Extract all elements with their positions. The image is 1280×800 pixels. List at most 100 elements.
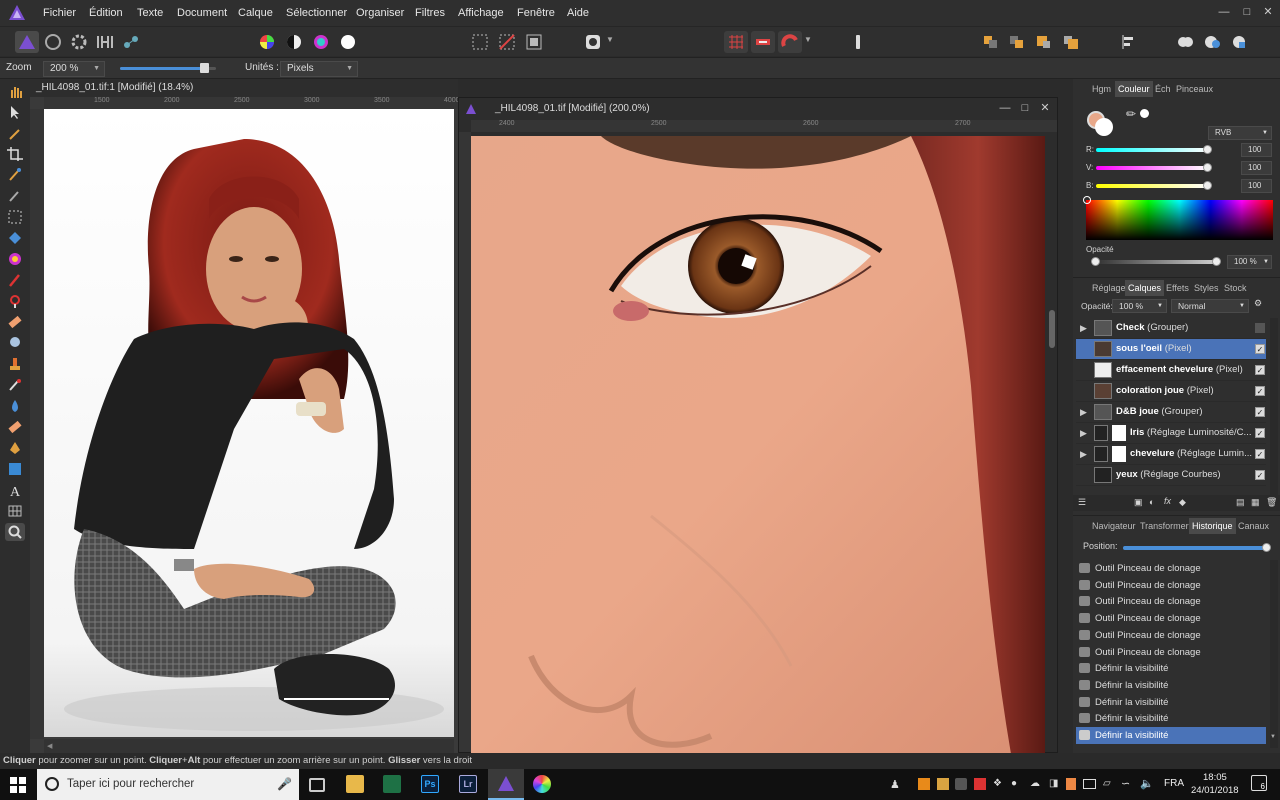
history-item[interactable]: Définir la visibilité <box>1076 694 1266 711</box>
photo-persona-icon[interactable] <box>15 31 39 53</box>
deselect-icon[interactable] <box>495 31 519 53</box>
export-persona-icon[interactable] <box>119 31 143 53</box>
microphone-icon[interactable]: 🎤 <box>277 777 292 791</box>
chevron-down-icon[interactable]: ▼ <box>606 35 614 44</box>
assistant-icon[interactable] <box>846 31 870 53</box>
tab-stock[interactable]: Stock <box>1221 280 1250 296</box>
v-slider[interactable] <box>1096 166 1208 170</box>
align-icon[interactable] <box>1116 31 1140 53</box>
paint-brush-tool-icon[interactable] <box>5 271 25 289</box>
excel-icon[interactable] <box>383 775 401 793</box>
history-item[interactable]: Outil Pinceau de clonage <box>1076 560 1266 577</box>
history-item[interactable]: Outil Pinceau de clonage <box>1076 627 1266 644</box>
tab-historique[interactable]: Historique <box>1189 518 1236 534</box>
document-window-1[interactable]: _HIL4098_01.tif:1 [Modifié] (18.4%) 1500… <box>30 79 460 753</box>
minimize-icon[interactable]: — <box>1218 6 1230 18</box>
task-view-icon[interactable] <box>309 778 325 792</box>
spectrum-picker-handle[interactable] <box>1083 196 1091 204</box>
levels-icon[interactable] <box>282 31 306 53</box>
layer-row[interactable]: ▶ Check (Grouper) <box>1076 318 1266 339</box>
dropbox-icon[interactable]: ❖ <box>993 778 1002 789</box>
color-opacity-handle[interactable] <box>1212 257 1221 266</box>
history-item[interactable]: Outil Pinceau de clonage <box>1076 644 1266 661</box>
live-filter-icon[interactable]: ◆ <box>1179 497 1186 508</box>
layer-visibility-checkbox[interactable]: ✓ <box>1255 449 1265 459</box>
erase-brush-tool-icon[interactable] <box>5 313 25 331</box>
color-picker-tool-icon[interactable] <box>5 124 25 142</box>
menu-document[interactable]: Document <box>177 0 227 26</box>
flood-select-tool-icon[interactable] <box>5 187 25 205</box>
photoshop-icon[interactable]: Ps <box>421 775 439 793</box>
history-scrollbar[interactable]: ▼ <box>1270 560 1278 748</box>
tray-app-icon[interactable]: ● <box>1011 778 1017 789</box>
hand-tool-icon[interactable] <box>5 82 25 100</box>
document-window-2[interactable]: _HIL4098_01.tif [Modifié] (200.0%) — □ ✕… <box>458 97 1058 754</box>
add-group-icon[interactable]: ▤ <box>1236 497 1245 508</box>
tab-styles[interactable]: Styles <box>1191 280 1222 296</box>
menu-organiser[interactable]: Organiser <box>356 0 404 26</box>
color-opacity-slider[interactable] <box>1096 260 1214 264</box>
tab-hgm[interactable]: Hgm <box>1089 81 1114 97</box>
expand-icon[interactable]: ▶ <box>1080 444 1087 464</box>
layer-row[interactable]: ▶ chevelure (Réglage Lumin... ✓ <box>1076 444 1266 465</box>
chevron-down-icon[interactable]: ▼ <box>804 35 812 44</box>
doc2-close-icon[interactable]: ✕ <box>1039 102 1051 114</box>
marquee-tool-icon[interactable] <box>5 208 25 226</box>
maximize-icon[interactable]: □ <box>1241 6 1253 18</box>
taskbar-affinity-photo-active[interactable] <box>488 769 524 800</box>
move-tool-icon[interactable] <box>5 103 25 121</box>
volume-icon[interactable]: 🔈 <box>1140 777 1154 790</box>
layers-scrollbar[interactable] <box>1270 318 1278 495</box>
color-opacity-left-handle[interactable] <box>1091 257 1100 266</box>
red-eye-tool-icon[interactable] <box>5 376 25 394</box>
b-slider[interactable] <box>1096 184 1208 188</box>
language-indicator[interactable]: FRA <box>1164 778 1184 789</box>
r-slider[interactable] <box>1096 148 1208 152</box>
blend-mode-combo[interactable]: Normal ▼ <box>1171 299 1249 313</box>
layer-visibility-checkbox[interactable]: ✓ <box>1255 470 1265 480</box>
expand-icon[interactable]: ▶ <box>1080 423 1087 443</box>
layer-visibility-checkbox[interactable]: ✓ <box>1255 344 1265 354</box>
doc2-vscrollbar[interactable] <box>1047 132 1057 752</box>
snapping-grid-icon[interactable] <box>724 31 748 53</box>
no-fill-swatch[interactable] <box>1140 109 1149 118</box>
layer-visibility-checkbox[interactable]: ✓ <box>1255 386 1265 396</box>
affinity-photo-logo-icon[interactable] <box>8 4 26 22</box>
history-item[interactable]: Outil Pinceau de clonage <box>1076 593 1266 610</box>
flood-fill-tool-icon[interactable] <box>5 229 25 247</box>
adjustment-layer-icon[interactable]: ◐ <box>1149 497 1154 507</box>
taskbar-search-box[interactable]: Taper ici pour rechercher 🎤 <box>37 769 299 800</box>
menu-aide[interactable]: Aide <box>567 0 589 26</box>
add-layer-icon[interactable]: ▦ <box>1251 497 1260 508</box>
tray-app-icon[interactable]: ◨ <box>1049 778 1058 789</box>
people-icon[interactable]: ♟ <box>890 778 900 791</box>
layer-row[interactable]: effacement chevelure (Pixel) ✓ <box>1076 360 1266 381</box>
r-slider-handle[interactable] <box>1203 145 1212 154</box>
network-icon[interactable]: ▱ <box>1103 778 1111 789</box>
delete-layer-icon[interactable]: 🗑 <box>1266 497 1277 508</box>
history-item[interactable]: Définir la visibilité <box>1076 677 1266 694</box>
doc2-canvas-closeup[interactable] <box>471 136 1045 754</box>
file-explorer-icon[interactable] <box>346 775 364 793</box>
layer-row[interactable]: ▶ Iris (Réglage Luminosité/C... ✓ <box>1076 423 1266 444</box>
tab-couleur[interactable]: Couleur <box>1115 81 1153 97</box>
layer-visibility-checkbox[interactable] <box>1255 323 1265 333</box>
smudge-tool-icon[interactable] <box>5 397 25 415</box>
notification-center-icon[interactable]: 6 <box>1251 775 1267 791</box>
zoom-slider-handle[interactable] <box>199 63 209 73</box>
expand-icon[interactable]: ▶ <box>1080 318 1087 338</box>
patch-tool-icon[interactable] <box>5 418 25 436</box>
battery-icon[interactable] <box>1083 779 1096 789</box>
windows-start-icon[interactable] <box>10 777 26 793</box>
layer-visibility-checkbox[interactable]: ✓ <box>1255 365 1265 375</box>
layer-settings-icon[interactable]: ⚙ <box>1254 298 1264 312</box>
doc2-minimize-icon[interactable]: — <box>999 102 1011 114</box>
snapping-guides-icon[interactable] <box>751 31 775 53</box>
order-back-icon[interactable] <box>979 31 1003 53</box>
develop-persona-icon[interactable] <box>67 31 91 53</box>
eyedropper-icon[interactable]: ✏ <box>1126 107 1136 121</box>
onedrive-icon[interactable]: ☁ <box>1030 778 1040 789</box>
fx-icon[interactable]: fx <box>1164 496 1171 506</box>
history-position-slider[interactable] <box>1123 546 1266 550</box>
tray-app-icon[interactable] <box>918 778 930 790</box>
